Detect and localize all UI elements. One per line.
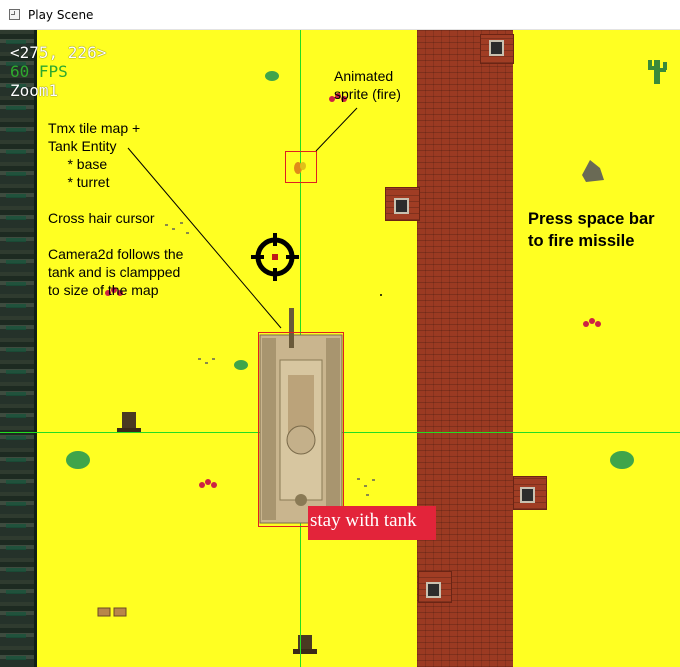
tree-stump-sprite [293,635,317,654]
window-title: Play Scene [28,8,94,22]
crate-sprite [97,607,127,617]
fire-sprite [294,162,306,174]
hud-fps-counter: 60 FPS [10,62,68,81]
tank-turret-barrel [289,308,294,348]
tank-entity[interactable] [259,308,343,524]
shrub-sprite [234,360,248,370]
hud-zoom-level: Zoom1 [10,81,59,100]
hud-position-readout: <275, 226> [10,43,107,62]
tree-stump-sprite [117,412,141,433]
tank-info-annotation: Tmx tile map + Tank Entity * base * turr… [48,120,184,298]
animated-sprite-annotation: Animated sprite (fire) [334,68,401,102]
shrub-sprite [265,71,279,81]
game-canvas[interactable]: <275, 226> 60 FPS Zoom1 Animated sprite … [0,30,680,667]
stay-with-tank-banner: stay with tank [308,506,436,540]
annotation-leader-line [315,107,358,152]
crosshair-cursor [251,233,299,281]
cactus-sprite [648,60,667,84]
shrub-sprite [66,451,90,469]
shrub-sprite [610,451,634,469]
title-bar: Play Scene [0,0,680,30]
app-icon [9,9,20,20]
fire-missile-hint: Press space bar to fire missile [528,210,655,250]
rock-sprite [582,160,604,182]
